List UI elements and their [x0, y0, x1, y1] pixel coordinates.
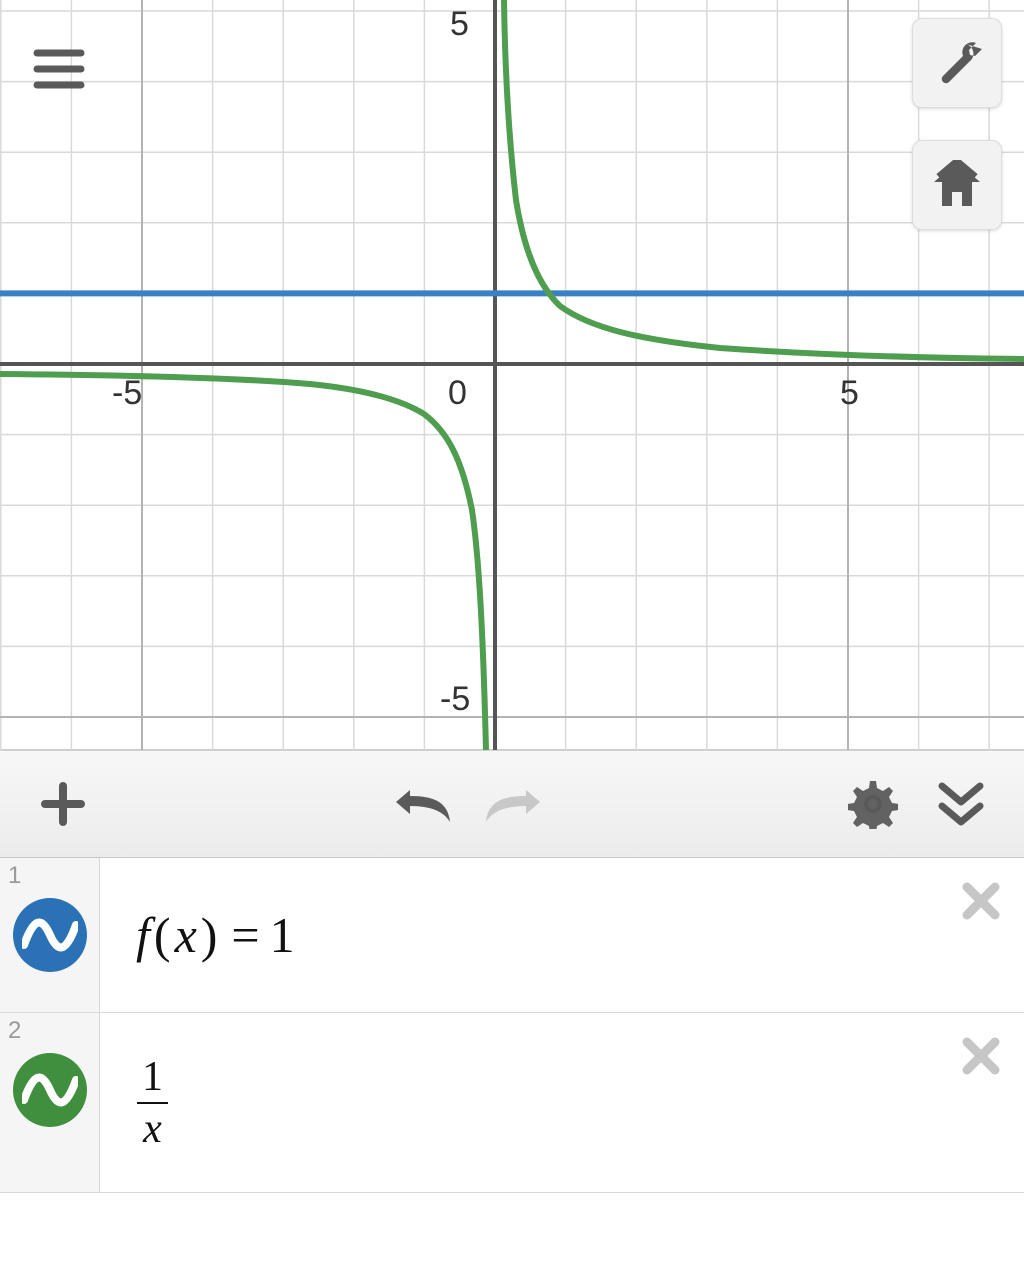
- expression-content[interactable]: 1 x: [100, 1013, 1024, 1192]
- expression-index-col: 2: [0, 1013, 100, 1192]
- x-tick-pos: 5: [840, 374, 859, 413]
- series-reciprocal: [0, 0, 1024, 750]
- expression-color-badge[interactable]: [13, 898, 87, 972]
- expression-row[interactable]: 1 f ( x ) = 1: [0, 858, 1024, 1013]
- graph-svg: [0, 0, 1024, 750]
- expression-color-badge[interactable]: [13, 1053, 87, 1127]
- chevron-double-down-icon: [936, 780, 986, 828]
- expr-arg: x: [175, 906, 197, 964]
- redo-button[interactable]: [478, 769, 548, 839]
- home-icon: [930, 160, 984, 210]
- hamburger-icon: [33, 48, 85, 90]
- close-icon: [961, 881, 1001, 921]
- delete-expression-button[interactable]: [956, 1031, 1006, 1081]
- expression-content[interactable]: f ( x ) = 1: [100, 858, 1024, 1012]
- gear-icon: [848, 779, 898, 829]
- frac-den: x: [137, 1102, 168, 1150]
- expr-fn: f: [136, 906, 150, 964]
- expr-fraction: 1 x: [136, 1056, 169, 1150]
- delete-expression-button[interactable]: [956, 876, 1006, 926]
- wrench-icon: [932, 38, 982, 88]
- expression-list: 1 f ( x ) = 1 2: [0, 858, 1024, 1193]
- plus-icon: [39, 780, 87, 828]
- expr-rhs: 1: [270, 906, 295, 964]
- expression-toolbar: [0, 750, 1024, 858]
- redo-icon: [482, 782, 544, 826]
- wave-icon: [22, 1070, 78, 1110]
- collapse-list-button[interactable]: [926, 769, 996, 839]
- y-tick-pos: 5: [450, 5, 469, 44]
- list-settings-button[interactable]: [838, 769, 908, 839]
- home-button[interactable]: [912, 140, 1002, 230]
- wave-icon: [22, 915, 78, 955]
- y-tick-neg: -5: [440, 680, 470, 719]
- expression-index-col: 1: [0, 858, 100, 1012]
- frac-num: 1: [136, 1056, 169, 1102]
- undo-button[interactable]: [388, 769, 458, 839]
- menu-button[interactable]: [14, 24, 104, 114]
- expression-index: 1: [8, 862, 21, 890]
- expression-row[interactable]: 2 1 x: [0, 1013, 1024, 1193]
- x-tick-zero: 0: [448, 374, 467, 413]
- graph-canvas[interactable]: 5 -5 -5 0 5: [0, 0, 1024, 750]
- graph-settings-button[interactable]: [912, 18, 1002, 108]
- expr-eq: =: [221, 906, 269, 964]
- close-icon: [961, 1036, 1001, 1076]
- expression-index: 2: [8, 1017, 21, 1045]
- add-expression-button[interactable]: [28, 769, 98, 839]
- x-tick-neg: -5: [112, 374, 142, 413]
- undo-icon: [392, 782, 454, 826]
